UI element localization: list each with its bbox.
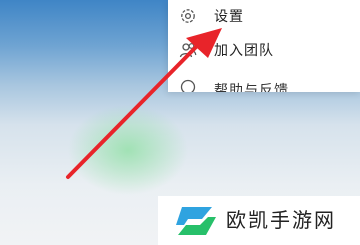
watermark-text: 欧凯手游网 [226,208,336,232]
watermark-banner: 欧凯手游网 [158,196,360,245]
site-logo-icon [176,207,216,235]
